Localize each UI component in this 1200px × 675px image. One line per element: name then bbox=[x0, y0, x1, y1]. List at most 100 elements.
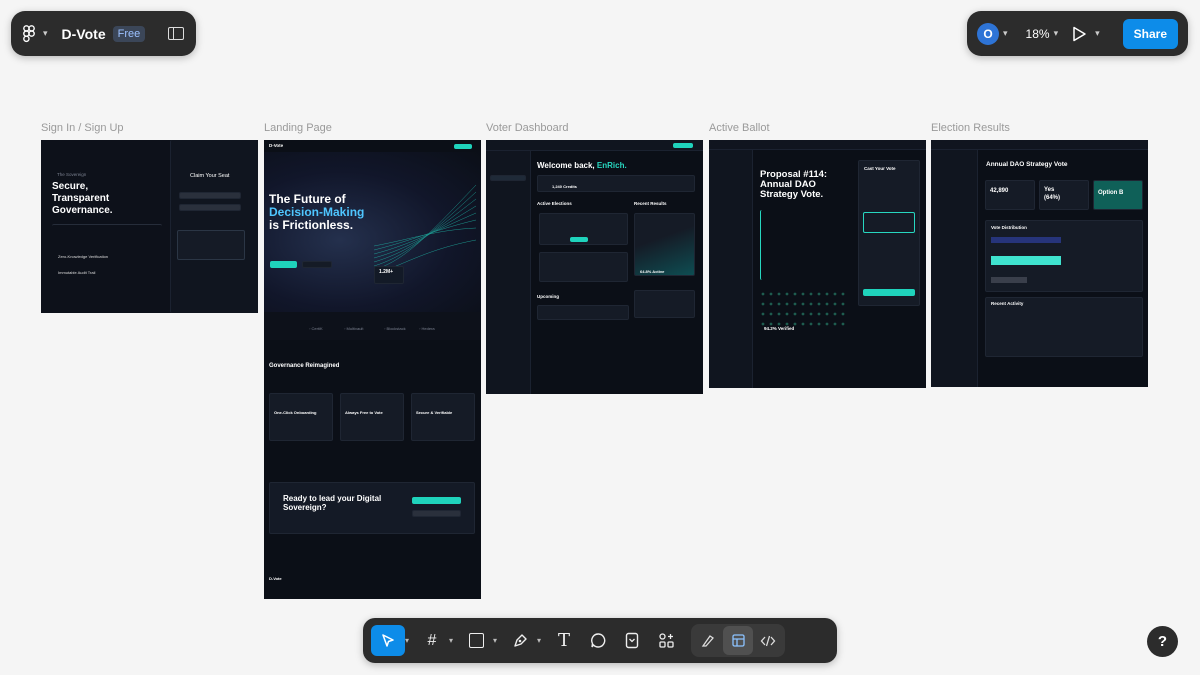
widget-tool[interactable] bbox=[615, 625, 649, 656]
collab-bar: O ▾ 18% ▾ ▾ Share bbox=[967, 11, 1188, 56]
election-card[interactable] bbox=[539, 213, 628, 245]
hero-wave-graphic bbox=[374, 184, 476, 275]
verified-percent: 94.2% Verified bbox=[764, 326, 795, 331]
recent-results-title: Recent Results bbox=[634, 201, 667, 206]
avatar[interactable]: O bbox=[977, 22, 999, 45]
total-votes-card: 42,890 bbox=[985, 180, 1035, 210]
distribution-bar-a bbox=[991, 237, 1061, 243]
voter-dot-grid bbox=[761, 292, 845, 326]
leading-percent: (64%) bbox=[1044, 195, 1061, 201]
frame-label-results[interactable]: Election Results bbox=[931, 122, 1010, 134]
chevron-down-icon[interactable]: ▾ bbox=[405, 636, 415, 645]
stat-card: 1.2M+ bbox=[374, 266, 404, 284]
submit-decision-button[interactable] bbox=[863, 289, 915, 296]
code-brackets-icon bbox=[760, 635, 776, 646]
leading-option: Yes bbox=[1044, 187, 1055, 193]
feature-zero-knowledge: Zero-Knowledge Verification bbox=[58, 254, 109, 259]
dashboard-topbar bbox=[486, 140, 703, 151]
sidebar-item-active[interactable] bbox=[490, 175, 526, 181]
election-card[interactable] bbox=[539, 252, 628, 282]
present-play-icon[interactable] bbox=[1072, 26, 1087, 42]
activity-title: Recent Activity bbox=[991, 301, 1024, 306]
shapes-plus-icon bbox=[658, 633, 674, 648]
result-percent: 64.8% Active bbox=[640, 269, 665, 274]
chevron-down-icon: ▾ bbox=[43, 28, 48, 38]
frame-label-signin[interactable]: Sign In / Sign Up bbox=[41, 122, 124, 134]
actions-tool[interactable] bbox=[649, 625, 683, 656]
frame-ballot[interactable]: Proposal #114: Annual DAO Strategy Vote.… bbox=[709, 140, 926, 388]
claim-seat-title: Claim Your Seat bbox=[190, 173, 230, 179]
file-title[interactable]: D-Vote bbox=[62, 26, 106, 42]
welcome-text: Welcome back, EnRich. bbox=[537, 161, 627, 170]
headline-line3: Governance. bbox=[52, 205, 113, 216]
distribution-bar-c bbox=[991, 277, 1027, 283]
move-tool[interactable] bbox=[371, 625, 405, 656]
headline-line2: Transparent bbox=[52, 193, 110, 204]
how-it-works-button[interactable] bbox=[302, 261, 332, 268]
active-elections-title: Active Elections bbox=[537, 201, 572, 206]
frame-tool[interactable]: # bbox=[415, 625, 449, 656]
welcome-label: Welcome back, bbox=[537, 161, 597, 170]
frame-signin[interactable]: The Sovereign Secure, Transparent Govern… bbox=[41, 140, 258, 313]
figma-logo-icon bbox=[23, 24, 35, 42]
frame-label-dashboard[interactable]: Voter Dashboard bbox=[486, 122, 569, 134]
results-sidebar bbox=[931, 150, 978, 387]
pen-tool[interactable] bbox=[503, 625, 537, 656]
zoom-level[interactable]: 18% bbox=[1026, 27, 1050, 41]
nav-cta-button[interactable] bbox=[454, 144, 472, 149]
chevron-down-icon[interactable]: ▾ bbox=[1054, 28, 1059, 39]
frame-label-ballot[interactable]: Active Ballot bbox=[709, 122, 770, 134]
dev-mode-button[interactable] bbox=[753, 626, 783, 655]
chevron-down-icon[interactable]: ▾ bbox=[493, 636, 503, 645]
username: EnRich. bbox=[596, 161, 627, 170]
help-button[interactable]: ? bbox=[1147, 626, 1178, 657]
vote-option-selected[interactable] bbox=[863, 212, 915, 233]
frame-results[interactable]: Annual DAO Strategy Vote 42,890 Yes (64%)… bbox=[931, 140, 1148, 387]
chevron-down-icon[interactable]: ▾ bbox=[537, 636, 547, 645]
cta-card: Ready to lead your Digital Sovereign? bbox=[269, 482, 475, 534]
chevron-down-icon[interactable]: ▾ bbox=[449, 636, 459, 645]
upcoming-card[interactable] bbox=[537, 305, 629, 320]
apple-button[interactable] bbox=[179, 204, 241, 211]
file-menu-bar: ▾ D-Vote Free bbox=[11, 11, 196, 56]
comment-tool[interactable] bbox=[581, 625, 615, 656]
cast-vote-panel: Cast Your Vote bbox=[858, 160, 920, 306]
comment-bubble-icon bbox=[590, 633, 605, 648]
get-started-button[interactable] bbox=[270, 261, 297, 268]
vote-button[interactable] bbox=[570, 237, 588, 242]
mode-switcher bbox=[691, 624, 785, 657]
stat-value: 1.2M+ bbox=[379, 269, 394, 275]
hero-line2: Decision-Making bbox=[269, 205, 365, 219]
feature-card-onboarding: One-Click Onboarding bbox=[269, 393, 333, 441]
brand-name: The Sovereign bbox=[57, 172, 87, 177]
google-continue-button[interactable] bbox=[412, 510, 461, 517]
sidebar-toggle-icon[interactable] bbox=[168, 27, 184, 40]
plan-badge[interactable]: Free bbox=[112, 25, 146, 42]
text-tool[interactable]: T bbox=[547, 625, 581, 656]
proposal-description bbox=[760, 210, 850, 280]
option-card: Option B bbox=[1093, 180, 1143, 210]
shape-tool[interactable] bbox=[459, 625, 493, 656]
result-card[interactable]: 64.8% Active bbox=[634, 213, 695, 276]
google-button[interactable] bbox=[179, 192, 241, 199]
chevron-down-icon[interactable]: ▾ bbox=[1003, 28, 1008, 39]
protocol-card bbox=[177, 230, 245, 260]
governance-tips-card bbox=[634, 290, 695, 318]
results-topbar bbox=[931, 140, 1148, 150]
chevron-down-icon[interactable]: ▾ bbox=[1095, 28, 1100, 39]
frame-dashboard[interactable]: Welcome back, EnRich. 1,240 Credits Acti… bbox=[486, 140, 703, 394]
draw-mode-button[interactable] bbox=[693, 626, 723, 655]
bottom-toolbar: ▾ # ▾ ▾ ▾ T bbox=[363, 618, 837, 663]
share-button[interactable]: Share bbox=[1122, 18, 1178, 49]
total-votes: 42,890 bbox=[990, 188, 1009, 194]
create-account-button[interactable] bbox=[412, 497, 461, 504]
frame-landing[interactable]: D-Vote The Future of Decision-Making is … bbox=[264, 140, 481, 599]
figma-menu-button[interactable]: ▾ bbox=[23, 24, 48, 43]
frame-label-landing[interactable]: Landing Page bbox=[264, 122, 332, 134]
topbar-cta[interactable] bbox=[673, 143, 693, 148]
question-mark-icon: ? bbox=[1157, 633, 1168, 650]
draw-mode-icon bbox=[701, 635, 714, 647]
design-mode-button[interactable] bbox=[723, 626, 753, 655]
credits-card: 1,240 Credits bbox=[537, 175, 695, 192]
distribution-title: Vote Distribution bbox=[991, 225, 1027, 230]
